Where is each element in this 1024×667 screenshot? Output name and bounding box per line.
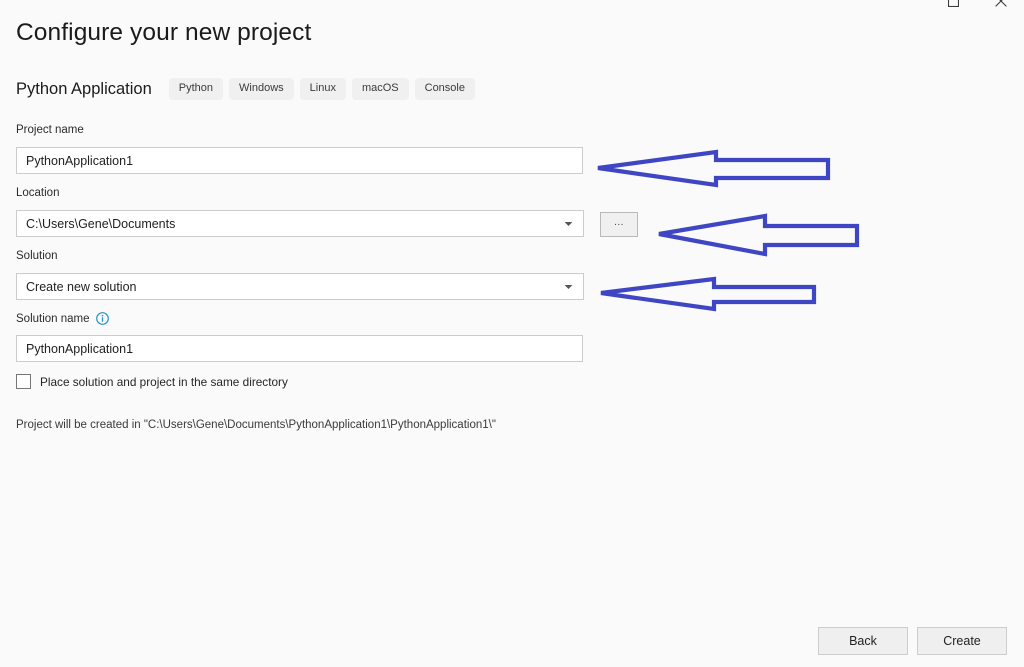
solution-name-field[interactable] <box>16 335 583 362</box>
solution-dropdown[interactable]: Create new solution <box>16 273 584 300</box>
solution-name-label: Solution name <box>16 312 90 325</box>
solution-name-label-row: Solution name <box>16 312 109 325</box>
arrow-to-project-name <box>597 149 831 188</box>
info-icon[interactable] <box>95 312 109 325</box>
solution-value: Create new solution <box>26 279 137 294</box>
annotation-overlay <box>597 149 860 312</box>
tag-macos: macOS <box>351 78 409 100</box>
tag-windows: Windows <box>229 78 294 100</box>
tag-console: Console <box>414 78 475 100</box>
location-label: Location <box>16 187 60 199</box>
location-dropdown[interactable]: C:\Users\Gene\Documents <box>16 210 584 237</box>
template-name: Python Application <box>16 79 152 98</box>
same-directory-label: Place solution and project in the same d… <box>40 374 288 389</box>
maximize-icon[interactable] <box>936 0 970 14</box>
chevron-down-icon <box>564 282 573 291</box>
project-name-label: Project name <box>16 124 84 136</box>
close-icon[interactable] <box>984 0 1018 14</box>
arrow-to-solution-dropdown <box>600 276 817 312</box>
back-button[interactable]: Back <box>818 627 908 655</box>
project-path-caption: Project will be created in "C:\Users\Gen… <box>16 419 496 431</box>
same-directory-checkbox-row[interactable]: Place solution and project in the same d… <box>16 374 288 389</box>
project-name-field[interactable] <box>16 147 583 174</box>
create-button[interactable]: Create <box>917 627 1007 655</box>
solution-label: Solution <box>16 250 58 262</box>
page-title: Configure your new project <box>16 19 312 46</box>
tag-linux: Linux <box>299 78 346 100</box>
location-browse-button[interactable]: ... <box>600 212 638 237</box>
window-controls <box>936 0 1018 14</box>
tag-python: Python <box>168 78 224 100</box>
same-directory-checkbox[interactable] <box>16 374 31 389</box>
location-value: C:\Users\Gene\Documents <box>26 216 176 231</box>
arrow-to-browse-button <box>658 213 860 257</box>
chevron-down-icon <box>564 219 573 228</box>
template-summary: Python Application Python Windows Linux … <box>16 78 481 100</box>
